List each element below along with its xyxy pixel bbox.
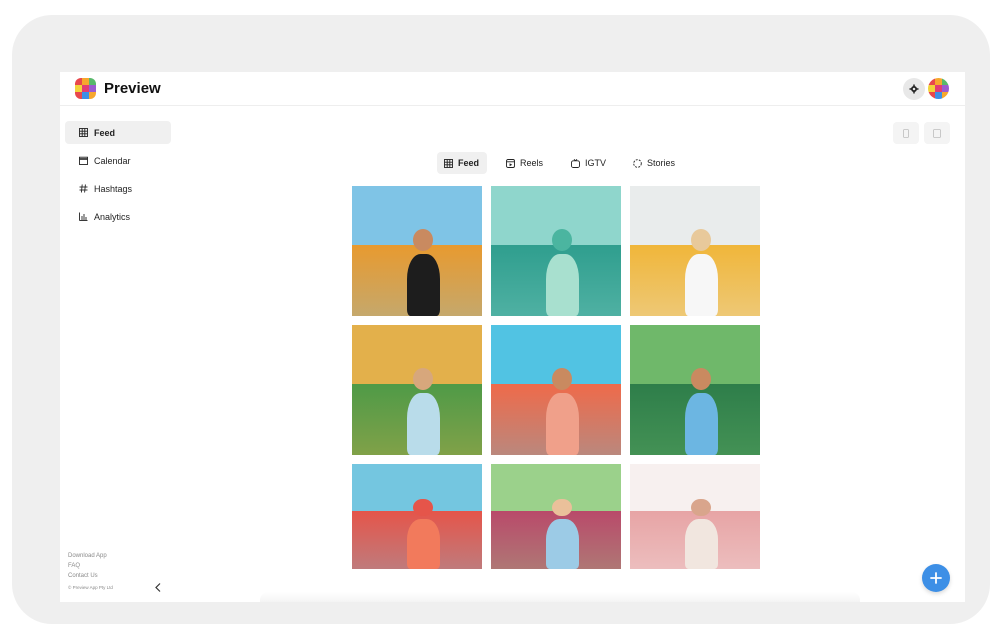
photo-subject <box>545 518 580 569</box>
tab-label: Feed <box>458 158 480 168</box>
photo-subject-head <box>413 367 433 390</box>
tab-label: Stories <box>647 158 676 168</box>
feed-photo-flower-field-horizon[interactable] <box>352 464 482 569</box>
photo-subject <box>684 253 719 316</box>
sidebar: Feed Calendar Hashtags Analytics Downloa… <box>60 106 180 602</box>
photo-subject <box>684 392 719 455</box>
plus-icon <box>930 572 942 584</box>
photo-subject <box>545 392 580 455</box>
account-avatar[interactable] <box>927 77 950 100</box>
logo-tile <box>928 78 935 85</box>
photo-subject-head <box>691 498 711 517</box>
sidebar-item-label: Calendar <box>94 155 131 166</box>
gear-icon <box>909 84 919 94</box>
logo-tile <box>82 92 89 99</box>
logo-tile <box>942 85 949 92</box>
app-window: Preview Feed Calendar Hashtags Analytics… <box>60 72 965 602</box>
feed-photo-woman-crouching-greenery[interactable] <box>352 325 482 455</box>
bar-chart-icon <box>79 212 88 221</box>
feed-photo-woman-on-palm-trunk[interactable] <box>491 325 621 455</box>
photo-subject-head <box>691 228 711 251</box>
sidebar-item-label: Feed <box>94 127 116 138</box>
app-title: Preview <box>104 80 161 97</box>
feed-photo-blonde-woman-field[interactable] <box>630 186 760 316</box>
device-frame: Preview Feed Calendar Hashtags Analytics… <box>12 15 990 624</box>
tv-icon <box>571 158 580 168</box>
settings-button[interactable] <box>903 78 925 100</box>
logo-tile <box>928 92 935 99</box>
logo-tile <box>75 78 82 85</box>
photo-subject <box>406 392 441 455</box>
tab-stories[interactable]: Stories <box>626 152 682 174</box>
sidebar-item-feed[interactable]: Feed <box>65 121 171 144</box>
collapse-sidebar-button[interactable] <box>153 581 163 593</box>
calendar-icon <box>79 156 88 165</box>
logo-tile <box>89 85 96 92</box>
sidebar-item-label: Hashtags <box>94 183 133 194</box>
sidebar-item-hashtags[interactable]: Hashtags <box>65 177 171 200</box>
grid-icon <box>444 158 453 168</box>
logo-tile <box>75 85 82 92</box>
contact-us-link[interactable]: Contact Us <box>68 571 107 581</box>
chevron-left-icon <box>155 582 161 592</box>
logo-tile <box>89 78 96 85</box>
phone-view-button[interactable] <box>893 122 919 144</box>
photo-subject <box>406 518 441 569</box>
logo-tile <box>89 92 96 99</box>
photo-subject-head <box>691 367 711 390</box>
tab-label: IGTV <box>585 158 607 168</box>
feed-photo-smiling-woman-denim[interactable] <box>491 464 621 569</box>
add-post-button[interactable] <box>922 564 950 592</box>
feed-photo-tropical-leaves[interactable] <box>491 186 621 316</box>
reels-icon <box>506 158 515 168</box>
photo-subject-head <box>552 367 572 390</box>
tablet-icon <box>933 128 941 138</box>
sidebar-item-label: Analytics <box>94 211 131 222</box>
logo-tile <box>935 78 942 85</box>
sidebar-item-analytics[interactable]: Analytics <box>65 205 171 228</box>
grid-icon <box>79 128 88 137</box>
logo-tile <box>935 92 942 99</box>
photo-subject-head <box>552 228 572 251</box>
photo-subject-head <box>413 498 433 517</box>
download-app-link[interactable]: Download App <box>68 551 107 561</box>
tab-label: Reels <box>520 158 544 168</box>
logo-tile <box>935 85 942 92</box>
photo-subject-head <box>413 228 433 251</box>
top-bar: Preview <box>60 72 965 106</box>
hashtag-icon <box>79 184 88 193</box>
feed-photo-woman-under-banana-trees[interactable] <box>630 325 760 455</box>
logo-tile <box>928 85 935 92</box>
footer-links: Download App FAQ Contact Us <box>68 551 107 581</box>
feed-photo-woman-ferris-wheel[interactable] <box>630 464 760 569</box>
feed-photo-sunflower-field-woman[interactable] <box>352 186 482 316</box>
logo-tile <box>942 92 949 99</box>
photo-subject <box>406 253 441 316</box>
logo-tile <box>942 78 949 85</box>
tablet-view-button[interactable] <box>924 122 950 144</box>
copyright-text: © Preview App Pty Ltd <box>68 585 113 590</box>
logo-tile <box>82 78 89 85</box>
logo-tile <box>75 92 82 99</box>
photo-subject-head <box>552 498 572 517</box>
tab-reels[interactable]: Reels <box>499 152 550 174</box>
bottom-fade <box>260 592 860 602</box>
photo-subject <box>684 518 719 569</box>
app-logo-icon[interactable] <box>75 78 96 99</box>
logo-tile <box>82 85 89 92</box>
tab-igtv[interactable]: IGTV <box>564 152 613 174</box>
tab-feed[interactable]: Feed <box>437 152 487 174</box>
stories-circle-icon <box>633 158 642 168</box>
faq-link[interactable]: FAQ <box>68 561 107 571</box>
sidebar-item-calendar[interactable]: Calendar <box>65 149 171 172</box>
photo-subject <box>545 253 580 316</box>
phone-icon <box>903 128 909 138</box>
